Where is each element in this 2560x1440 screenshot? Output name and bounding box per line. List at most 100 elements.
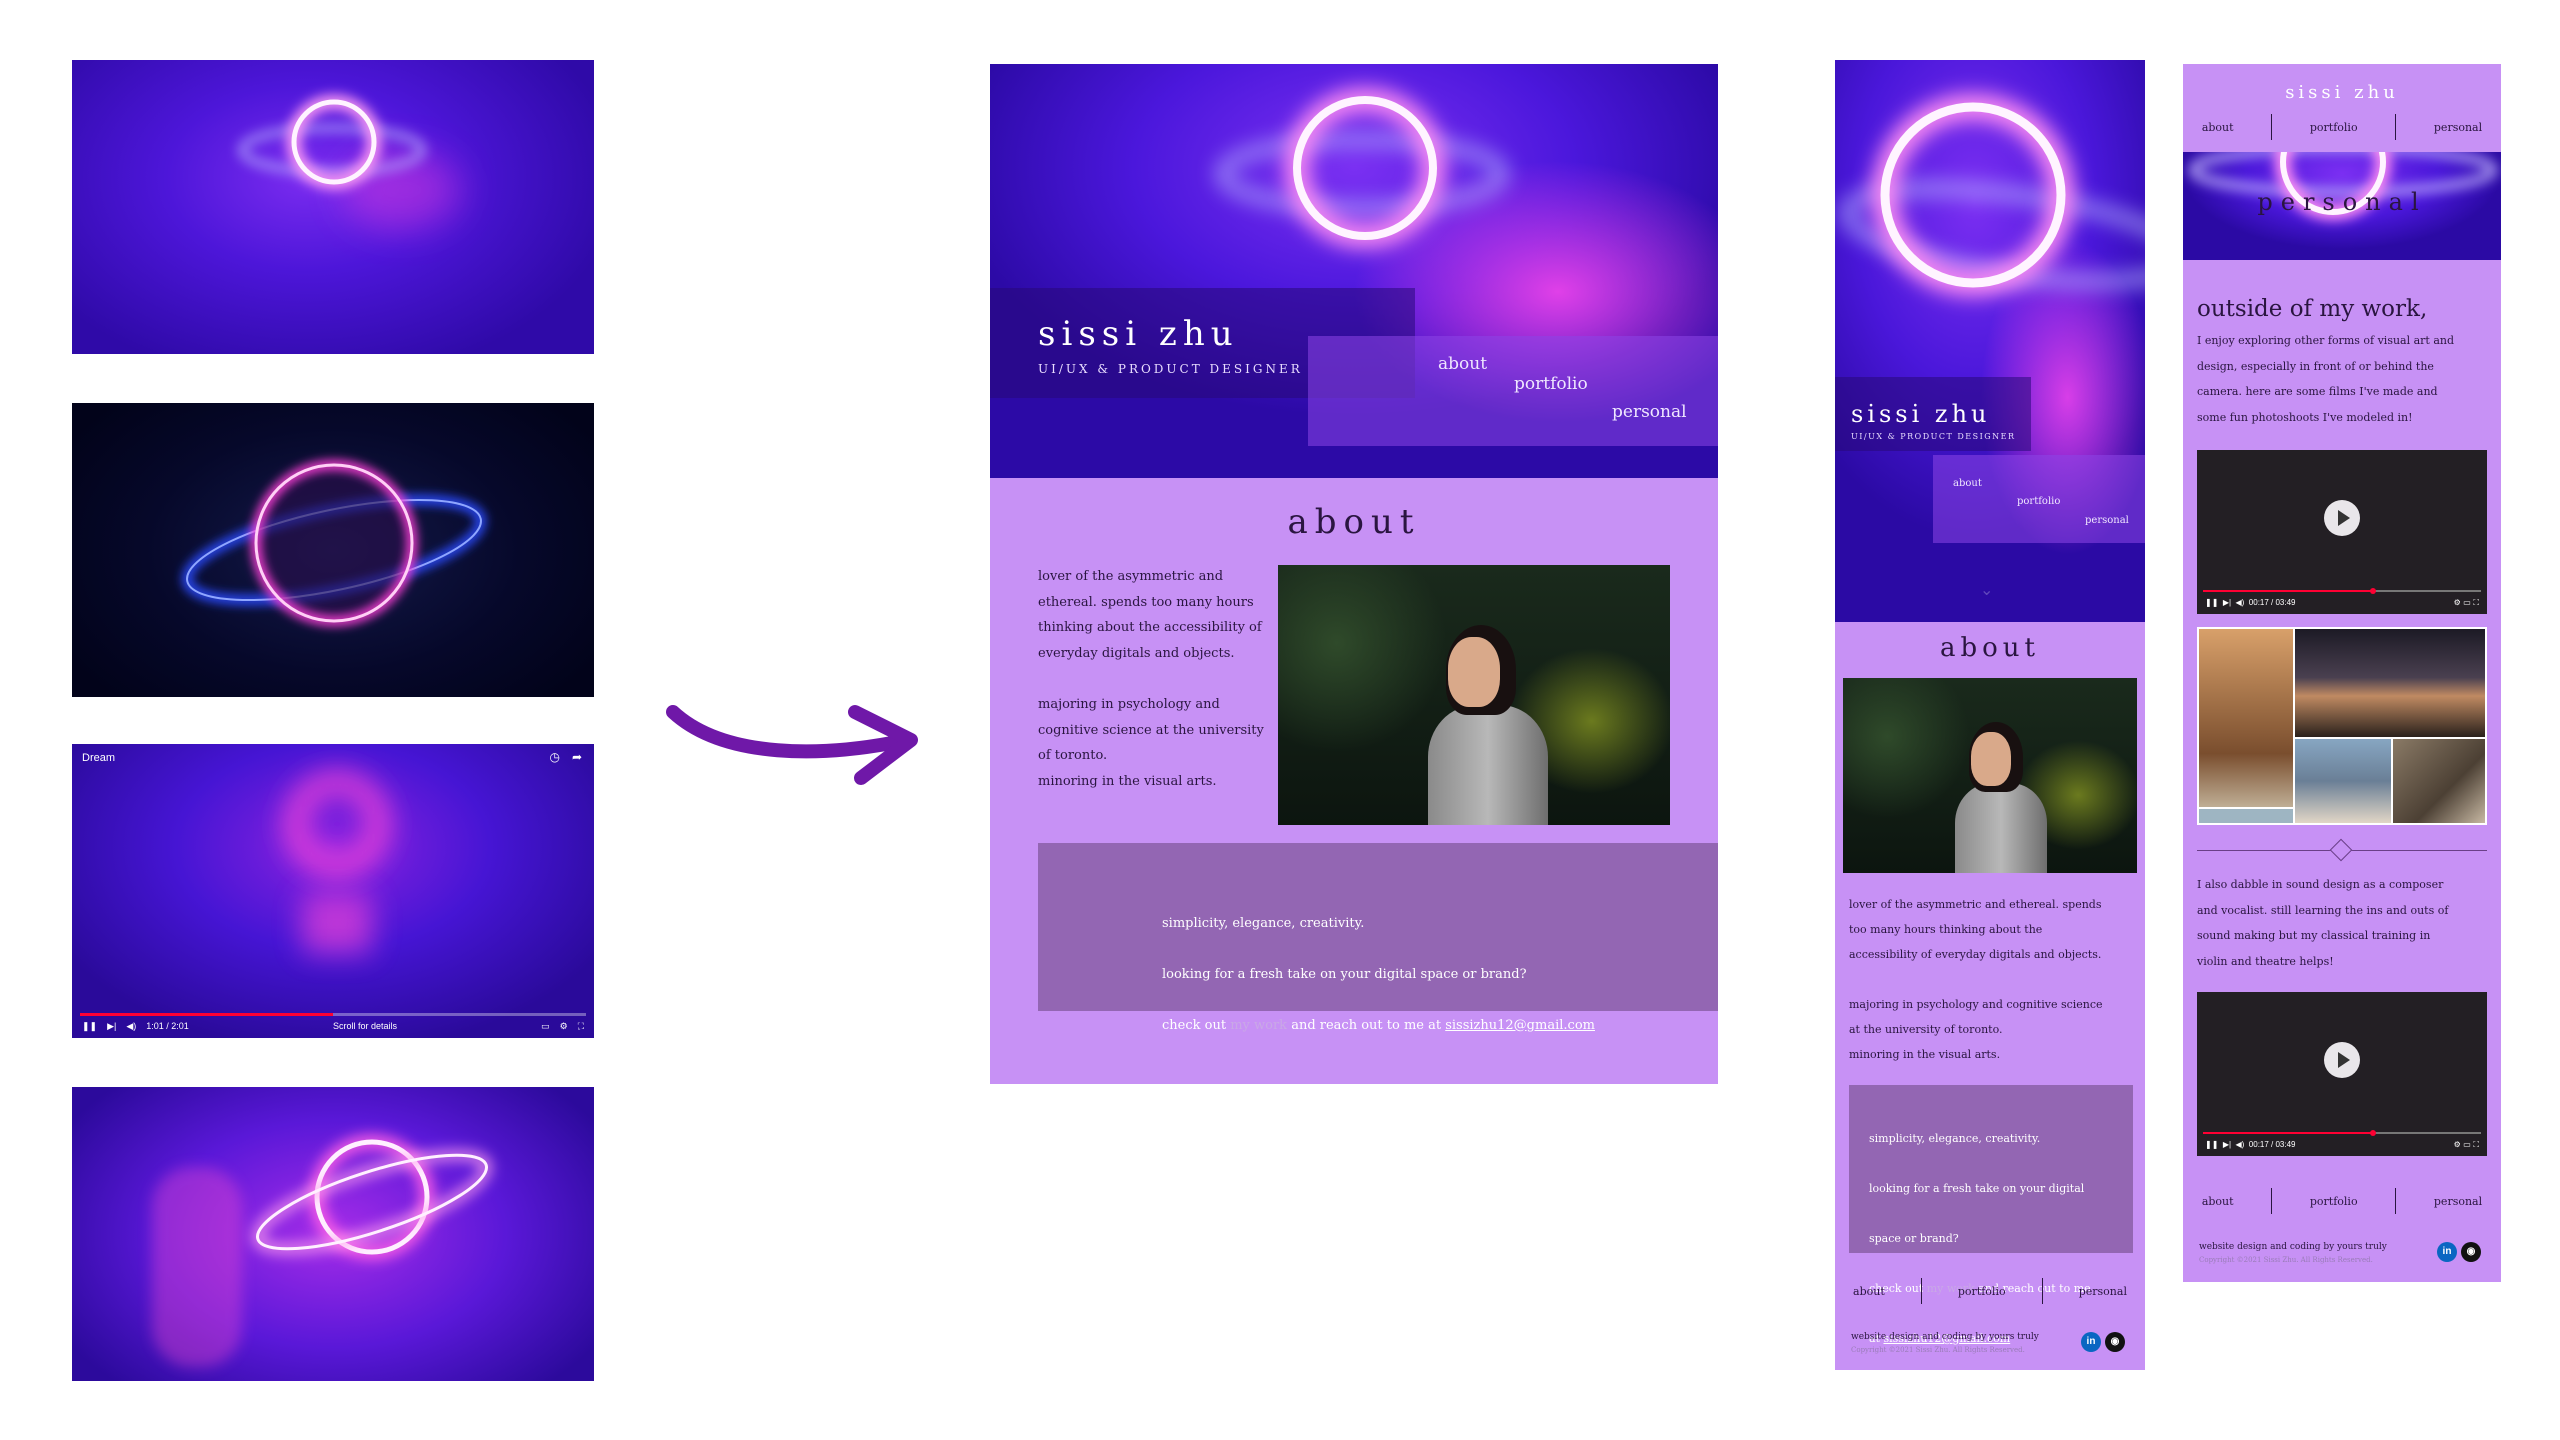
cta-middle: and reach out to me at [1287, 1017, 1446, 1033]
footer-nav-divider [2041, 1278, 2043, 1304]
hero-banner: sissi zhu UI/UX & product designer about… [990, 64, 1718, 478]
email-link[interactable]: sissizhu12@gmail.com [1445, 1018, 1595, 1033]
about-paragraph-2: majoring in psychology and cognitive sci… [1038, 697, 1264, 789]
mobile-about-paragraph-1: lover of the asymmetric and ethereal. sp… [1849, 898, 2102, 961]
personal-video-2[interactable]: ❚❚ ▶| ◀) 00:17 / 03:49 ⚙ ▭ ⛶ [2197, 992, 2487, 1156]
share-icon[interactable]: ➦ [572, 750, 582, 764]
neon-planet-glow-1 [238, 95, 462, 230]
portrait-photo [1278, 565, 1670, 825]
video-2-scrubber[interactable] [2369, 1130, 2376, 1136]
play-button-icon[interactable] [2324, 1042, 2360, 1078]
play-button-icon[interactable] [2324, 500, 2360, 536]
desktop-mockup: sissi zhu UI/UX & product designer about… [990, 64, 1718, 1084]
footer-nav-divider [1920, 1278, 1922, 1304]
personal-footer-personal[interactable]: personal [2434, 1195, 2482, 1208]
video-2-time: 00:17 / 03:49 [2248, 1140, 2296, 1149]
personal-video-1[interactable]: ❚❚ ▶| ◀) 00:17 / 03:49 ⚙ ▭ ⛶ [2197, 450, 2487, 614]
personal-nav-divider [2395, 114, 2397, 140]
about-paragraph-1: lover of the asymmetric and ethereal. sp… [1038, 569, 1262, 661]
video-2-settings-icon[interactable]: ⚙ ▭ ⛶ [2454, 1140, 2479, 1150]
personal-nav-about[interactable]: about [2202, 121, 2234, 134]
cta-line-2: looking for a fresh take on your digital… [1162, 966, 1527, 982]
video-1-controls: ❚❚ ▶| ◀) 00:17 / 03:49 [2205, 598, 2296, 607]
footer-nav-portfolio[interactable]: portfolio [1958, 1285, 2006, 1298]
personal-footer-note: website design and coding by yours truly [2199, 1242, 2387, 1252]
footer-nav-about[interactable]: about [1853, 1285, 1885, 1298]
neon-planet-glow-3 [286, 773, 388, 954]
volume-icon[interactable]: ◀) [126, 1021, 136, 1032]
portrait-face [1448, 637, 1500, 707]
hero-name: sissi zhu [1038, 314, 1239, 354]
personal-footer-divider [2271, 1188, 2273, 1214]
source-video-dream[interactable]: Dream ◷ ➦ ❚❚ ▶| ◀) 1:01 / 2:01 Scroll fo… [72, 744, 594, 1038]
video-1-scrubber[interactable] [2369, 588, 2376, 594]
video-2-progress[interactable] [2203, 1130, 2481, 1136]
linkedin-icon[interactable]: in [2081, 1332, 2101, 1352]
settings-icon[interactable]: ⚙ [560, 1021, 568, 1032]
collage-tile-shipwreck [2199, 629, 2293, 807]
personal-paragraph-1: I enjoy exploring other forms of visual … [2197, 334, 2455, 424]
scroll-hint[interactable]: Scroll for details [199, 1021, 531, 1031]
video-progress-fill [80, 1013, 333, 1016]
personal-nav-personal[interactable]: personal [2434, 121, 2482, 134]
nav-personal[interactable]: personal [1612, 402, 1687, 422]
mobile-nav-about[interactable]: about [1953, 478, 1982, 489]
personal-nav-divider [2271, 114, 2273, 140]
personal-footer-about[interactable]: about [2202, 1195, 2234, 1208]
video-1-progress[interactable] [2203, 588, 2481, 594]
mobile-nav-personal[interactable]: personal [2085, 515, 2129, 526]
mobile-hero-banner: sissi zhu UI/UX & product designer about… [1835, 60, 2145, 622]
personal-footer-nav: about portfolio personal [2183, 1186, 2501, 1216]
hero-subtitle: UI/UX & product designer [1038, 362, 1303, 376]
linkedin-icon[interactable]: in [2437, 1242, 2457, 1262]
next-icon[interactable]: ▶| [107, 1021, 116, 1032]
mobile-personal-mockup: sissi zhu about portfolio personal perso… [2183, 64, 2501, 1282]
video-1-time: 00:17 / 03:49 [2248, 598, 2296, 607]
video-controls: ❚❚ ▶| ◀) 1:01 / 2:01 Scroll for details … [82, 1018, 584, 1034]
mobile-about-heading: about [1940, 633, 2040, 663]
cta-text: simplicity, elegance, creativity. lookin… [1162, 885, 1595, 1064]
neon-planet-glow-2 [182, 460, 486, 626]
personal-footer-divider [2395, 1188, 2397, 1214]
personal-brand[interactable]: sissi zhu [2183, 82, 2501, 103]
pause-icon[interactable]: ❚❚ [82, 1021, 97, 1032]
personal-top-nav: about portfolio personal [2183, 112, 2501, 142]
neon-planet-glow-4 [152, 1135, 492, 1367]
github-icon[interactable]: ◉ [2461, 1242, 2481, 1262]
personal-nav-portfolio[interactable]: portfolio [2310, 121, 2358, 134]
footer-note: website design and coding by yours truly [1851, 1332, 2039, 1342]
video-title: Dream [82, 752, 116, 764]
personal-heading: outside of my work, [2197, 296, 2428, 322]
github-icon[interactable]: ◉ [2105, 1332, 2125, 1352]
fullscreen-icon[interactable]: ⛶ [578, 1021, 584, 1032]
mobile-cta-line-2: looking for a fresh take on your digital [1869, 1182, 2085, 1195]
mobile-cta-line-1: simplicity, elegance, creativity. [1869, 1132, 2041, 1145]
mobile-cta-box: simplicity, elegance, creativity. lookin… [1849, 1085, 2133, 1345]
source-image-neon-planet-2 [72, 403, 594, 697]
clock-icon[interactable]: ◷ [550, 750, 560, 764]
cta-check-prefix: check out [1162, 1017, 1231, 1033]
diamond-divider-icon [2329, 838, 2353, 862]
collage-tile-town [2295, 739, 2391, 823]
nav-about[interactable]: about [1438, 354, 1487, 374]
video-2-progress-fill [2203, 1132, 2370, 1134]
collage-tile-sunset [2295, 629, 2485, 737]
captions-icon[interactable]: ▭ [541, 1021, 550, 1032]
personal-footer-portfolio[interactable]: portfolio [2310, 1195, 2358, 1208]
mobile-nav-portfolio[interactable]: portfolio [2017, 496, 2060, 507]
video-progress-bar[interactable] [80, 1013, 586, 1016]
transition-arrow-icon [666, 705, 918, 785]
video-1-settings-icon[interactable]: ⚙ ▭ ⛶ [2454, 598, 2479, 608]
collage-tile-portrait [2393, 739, 2485, 823]
mobile-about-mockup: sissi zhu UI/UX & product designer about… [1835, 60, 2145, 1370]
mobile-portrait-face [1971, 732, 2011, 786]
mobile-cta-text: simplicity, elegance, creativity. lookin… [1869, 1101, 2091, 1370]
mobile-footer-nav: about portfolio personal [1835, 1276, 2145, 1306]
personal-banner: personal [2183, 152, 2501, 260]
scroll-down-chevron-icon[interactable]: ⌄ [1980, 580, 1993, 599]
my-work-link[interactable]: my work [1230, 1018, 1287, 1033]
nav-portfolio[interactable]: portfolio [1514, 374, 1588, 394]
cta-line-1: simplicity, elegance, creativity. [1162, 915, 1365, 931]
footer-nav-personal[interactable]: personal [2079, 1285, 2127, 1298]
mobile-portrait-coat [1955, 783, 2047, 873]
